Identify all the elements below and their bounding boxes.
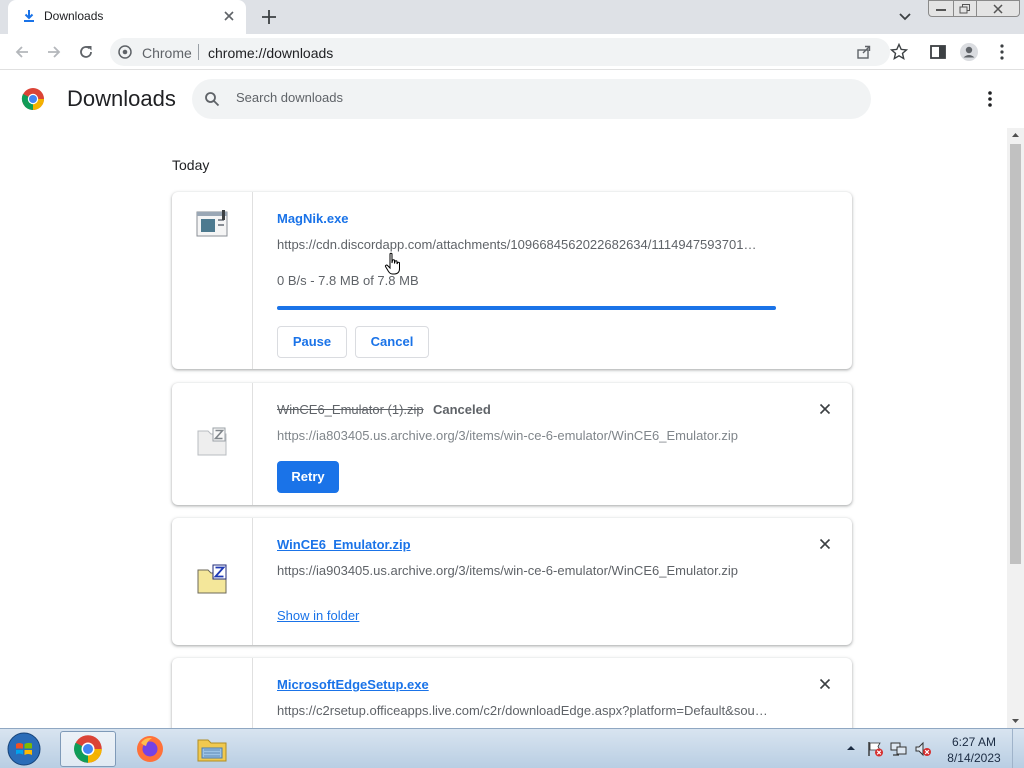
site-chip: Chrome [142,45,192,61]
file-source-url[interactable]: https://cdn.discordapp.com/attachments/1… [277,237,756,252]
retry-button[interactable]: Retry [277,461,339,493]
url-text[interactable]: chrome://downloads [208,45,333,61]
file-icon-column [172,658,253,728]
file-name-link[interactable]: MagNik.exe [277,211,349,226]
file-name-link[interactable]: WinCE6_Emulator.zip [277,537,411,552]
chrome-site-icon [118,45,132,59]
scroll-up-arrow-icon[interactable] [1007,128,1024,142]
show-desktop-button[interactable] [1012,729,1024,768]
windows-start-button-icon[interactable] [2,731,46,767]
address-bar[interactable]: Chrome chrome://downloads [110,38,890,66]
restore-icon [959,3,970,13]
file-icon-column [172,383,253,505]
chrome-icon [74,735,102,763]
system-clock[interactable]: 6:27 AM 8/14/2023 [942,734,1006,766]
more-actions-icon[interactable] [980,89,1000,109]
download-item: MicrosoftEdgeSetup.exe https://c2rsetup.… [172,658,852,728]
taskbar-firefox-button[interactable] [122,731,178,767]
remove-from-list-icon[interactable] [817,676,833,692]
pause-button[interactable]: Pause [277,326,347,358]
taskbar-chrome-button[interactable] [60,731,116,767]
remove-from-list-icon[interactable] [817,401,833,417]
share-icon[interactable] [856,44,872,60]
browser-menu-icon[interactable] [992,42,1012,62]
tab-downloads[interactable]: Downloads [8,0,246,34]
progress-bar-fill [277,306,776,310]
chip-separator [198,44,199,60]
download-status-label: Canceled [433,402,491,417]
volume-muted-icon[interactable] [914,741,932,757]
section-date-header: Today [172,157,210,173]
zip-file-icon-grayed [197,427,227,456]
hand-cursor-icon [384,252,400,275]
close-tab-icon[interactable] [220,7,238,25]
tab-title: Downloads [44,9,104,23]
scrollbar-thumb[interactable] [1010,144,1021,564]
action-center-flag-icon[interactable] [866,741,884,757]
downloads-list: Today MagNik.exe https://cdn.discordapp.… [0,128,1007,728]
remove-from-list-icon[interactable] [817,536,833,552]
file-icon-column [172,192,253,369]
file-source-url[interactable]: https://ia803405.us.archive.org/3/items/… [277,428,738,443]
restore-button[interactable] [953,0,977,17]
show-in-folder-link[interactable]: Show in folder [277,608,359,623]
folder-icon [197,739,227,762]
scroll-down-arrow-icon[interactable] [1007,714,1024,728]
browser-toolbar: Chrome chrome://downloads [0,34,1024,70]
profile-avatar-icon[interactable] [959,42,979,62]
file-name-link[interactable]: MicrosoftEdgeSetup.exe [277,677,429,692]
download-item: WinCE6_Emulator.zip https://ia903405.us.… [172,518,852,645]
close-window-button[interactable] [976,0,1020,17]
clock-time: 6:27 AM [951,735,997,749]
minimize-icon [936,8,946,11]
chrome-logo-icon [21,88,44,110]
file-source-url[interactable]: https://c2rsetup.officeapps.live.com/c2r… [277,703,768,718]
search-downloads-box[interactable] [192,79,871,119]
file-icon-column [172,518,253,645]
download-item: WinCE6_Emulator (1).zip Canceled https:/… [172,383,852,505]
clock-date: 8/14/2023 [947,751,1001,765]
progress-bar [277,306,776,310]
chevron-down-icon[interactable] [896,9,914,25]
firefox-icon [137,736,163,762]
zip-file-icon [197,564,227,594]
back-icon[interactable] [12,42,32,62]
network-icon[interactable] [890,741,908,757]
search-input[interactable] [236,90,836,105]
file-name-canceled: WinCE6_Emulator (1).zip [277,402,424,417]
new-tab-plus-icon[interactable] [258,6,280,28]
reload-icon[interactable] [76,42,96,62]
exe-file-icon [196,210,228,237]
taskbar-explorer-button[interactable] [184,731,240,767]
download-icon [24,10,34,22]
download-item: MagNik.exe https://cdn.discordapp.com/at… [172,192,852,369]
close-icon [993,4,1003,13]
side-panel-icon[interactable] [928,42,948,62]
page-title: Downloads [67,86,176,111]
minimize-button[interactable] [928,0,954,17]
file-source-url[interactable]: https://ia903405.us.archive.org/3/items/… [277,563,738,578]
cancel-button[interactable]: Cancel [355,326,429,358]
show-hidden-icons-arrow-icon[interactable] [846,743,856,753]
page-scrollbar[interactable] [1007,128,1024,728]
tab-strip: Downloads [0,0,1024,34]
bookmark-star-icon[interactable] [890,43,908,61]
search-icon [205,92,220,107]
forward-icon[interactable] [44,42,64,62]
windows-taskbar: 6:27 AM 8/14/2023 [0,728,1024,768]
